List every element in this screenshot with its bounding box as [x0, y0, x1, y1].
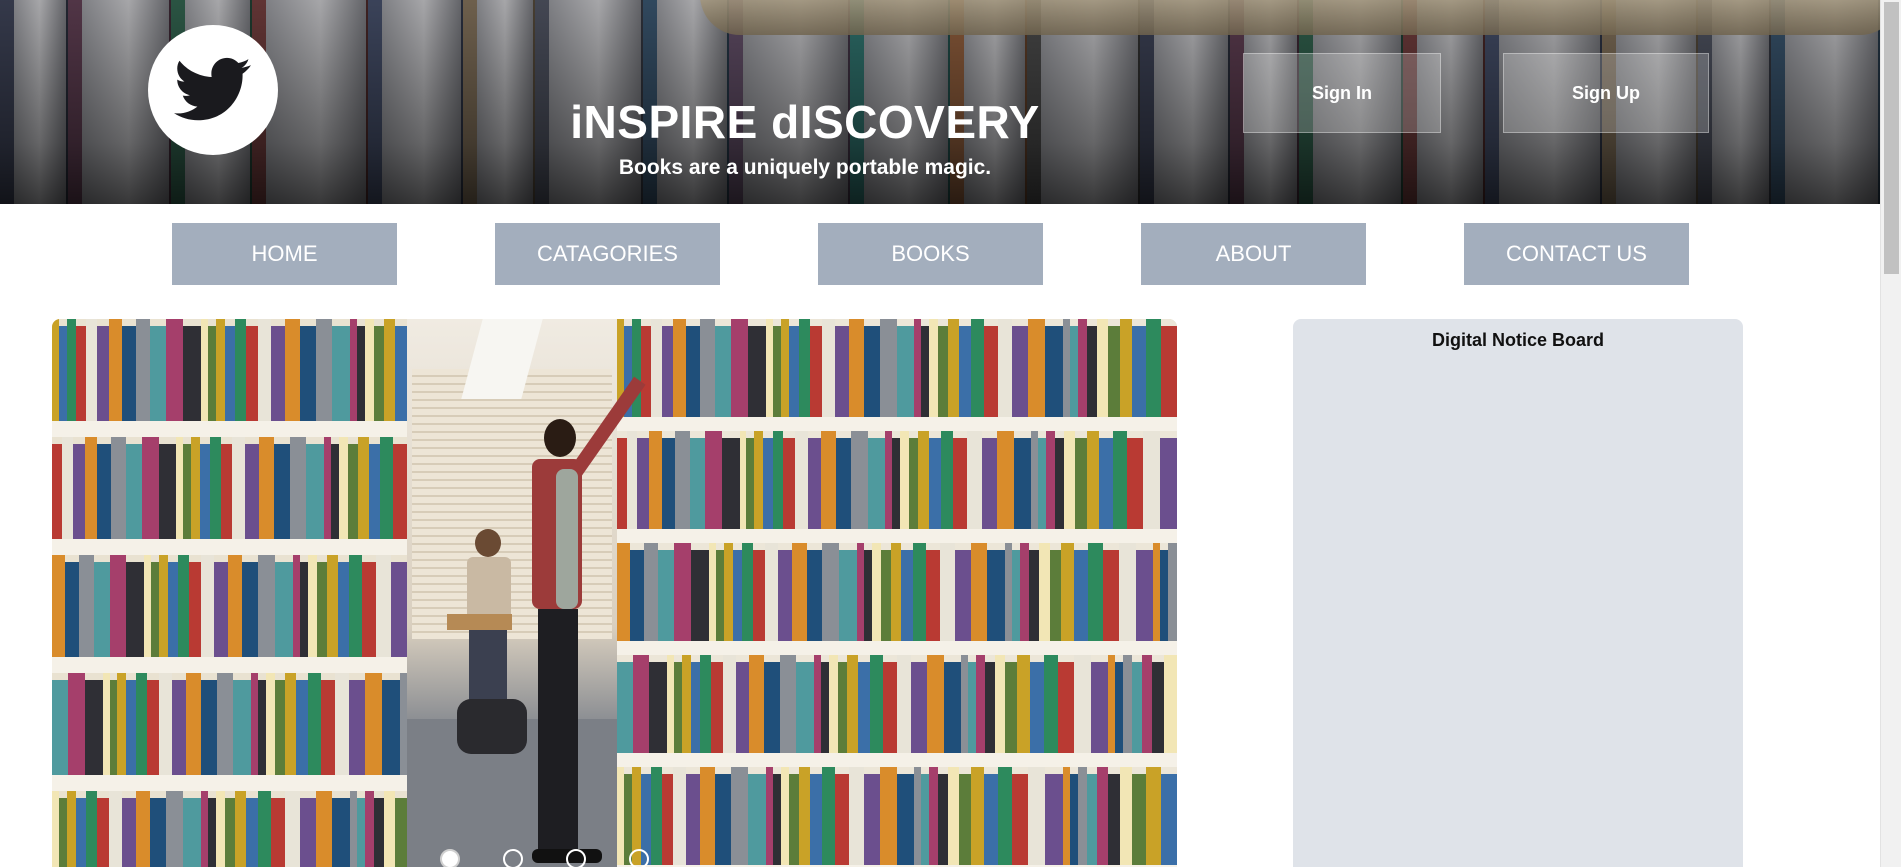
carousel-dot-2[interactable]: [503, 849, 523, 867]
nav-catagories-button[interactable]: CATAGORIES: [495, 223, 720, 285]
site-header: iNSPIRE dISCOVERY Books are a uniquely p…: [0, 0, 1880, 204]
page: iNSPIRE dISCOVERY Books are a uniquely p…: [0, 0, 1901, 867]
nav-about-button[interactable]: ABOUT: [1141, 223, 1366, 285]
nav-books-button[interactable]: BOOKS: [818, 223, 1043, 285]
main-nav: HOME CATAGORIES BOOKS ABOUT CONTACT US: [0, 223, 1880, 285]
nav-home-button[interactable]: HOME: [172, 223, 397, 285]
carousel-dot-4[interactable]: [629, 849, 649, 867]
carousel-dot-3[interactable]: [566, 849, 586, 867]
sign-up-button[interactable]: Sign Up: [1503, 53, 1709, 133]
site-subtitle: Books are a uniquely portable magic.: [618, 156, 992, 179]
sign-in-button[interactable]: Sign In: [1243, 53, 1441, 133]
scrollbar-thumb[interactable]: [1884, 2, 1899, 274]
image-carousel[interactable]: [52, 319, 1177, 867]
carousel-indicators: [52, 849, 1177, 867]
page-scrollbar[interactable]: [1880, 0, 1901, 867]
carousel-dot-1[interactable]: [440, 849, 460, 867]
digital-notice-board: Digital Notice Board: [1293, 319, 1743, 867]
notice-board-title: Digital Notice Board: [1431, 330, 1605, 350]
nav-contact-button[interactable]: CONTACT US: [1464, 223, 1689, 285]
